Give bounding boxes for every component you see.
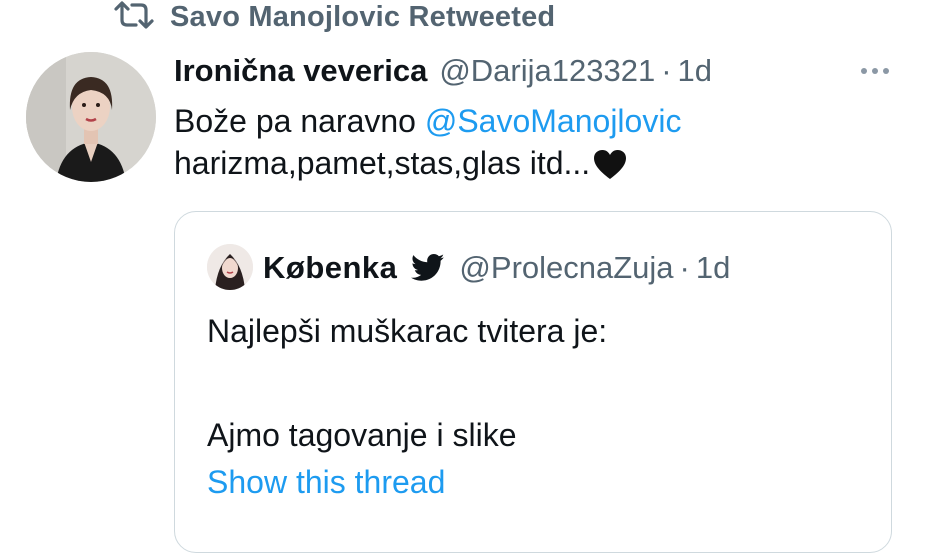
quoted-author-avatar	[207, 244, 253, 290]
tweet-text-line-2: harizma,pamet,stas,glas itd...	[174, 142, 794, 190]
retweet-context[interactable]: Savo Manojlovic Retweeted	[112, 0, 555, 34]
tweet-text-body: harizma,pamet,stas,glas itd...	[174, 145, 591, 181]
quoted-author-handle: @ProlecnaZuja	[459, 250, 674, 285]
twitter-bird-icon	[411, 254, 445, 282]
tweet-text: Bože pa naravno @SavoManojlovic harizma,…	[174, 100, 794, 190]
quoted-text-line-2: Ajmo tagovanje i slike	[207, 417, 517, 453]
quoted-timestamp: 1d	[695, 250, 731, 285]
mention-link[interactable]: @SavoManojlovic	[425, 103, 682, 139]
tweet-text-prefix: Bože pa naravno	[174, 103, 425, 139]
author-avatar[interactable]	[26, 52, 156, 182]
quoted-author-display-name: Købenka	[263, 250, 398, 285]
quoted-text-spacer	[207, 352, 607, 394]
quoted-tweet-card[interactable]: Købenka @ProlecnaZuja · 1d Najlepši mušk…	[174, 211, 892, 553]
tweet-header: Ironična veverica @Darija123321 · 1d	[174, 50, 712, 92]
retweet-label: Savo Manojlovic Retweeted	[170, 0, 556, 33]
tweet-text-line-1: Bože pa naravno @SavoManojlovic	[174, 100, 794, 142]
author-display-name[interactable]: Ironična veverica	[174, 53, 427, 89]
quoted-tweet-text: Najlepši muškarac tvitera je: Ajmo tagov…	[207, 310, 607, 456]
show-thread-link[interactable]: Show this thread	[207, 464, 445, 501]
retweet-icon	[112, 0, 156, 35]
separator-dot: ·	[661, 53, 672, 88]
more-icon[interactable]	[860, 56, 890, 86]
quoted-text-line-1: Najlepši muškarac tvitera je:	[207, 313, 608, 349]
author-handle[interactable]: @Darija123321	[439, 53, 655, 89]
black-heart-icon	[594, 148, 627, 190]
quoted-separator-dot: ·	[679, 250, 690, 285]
tweet-timestamp[interactable]: 1d	[678, 53, 712, 89]
quoted-tweet-header: Købenka @ProlecnaZuja · 1d	[263, 246, 730, 290]
